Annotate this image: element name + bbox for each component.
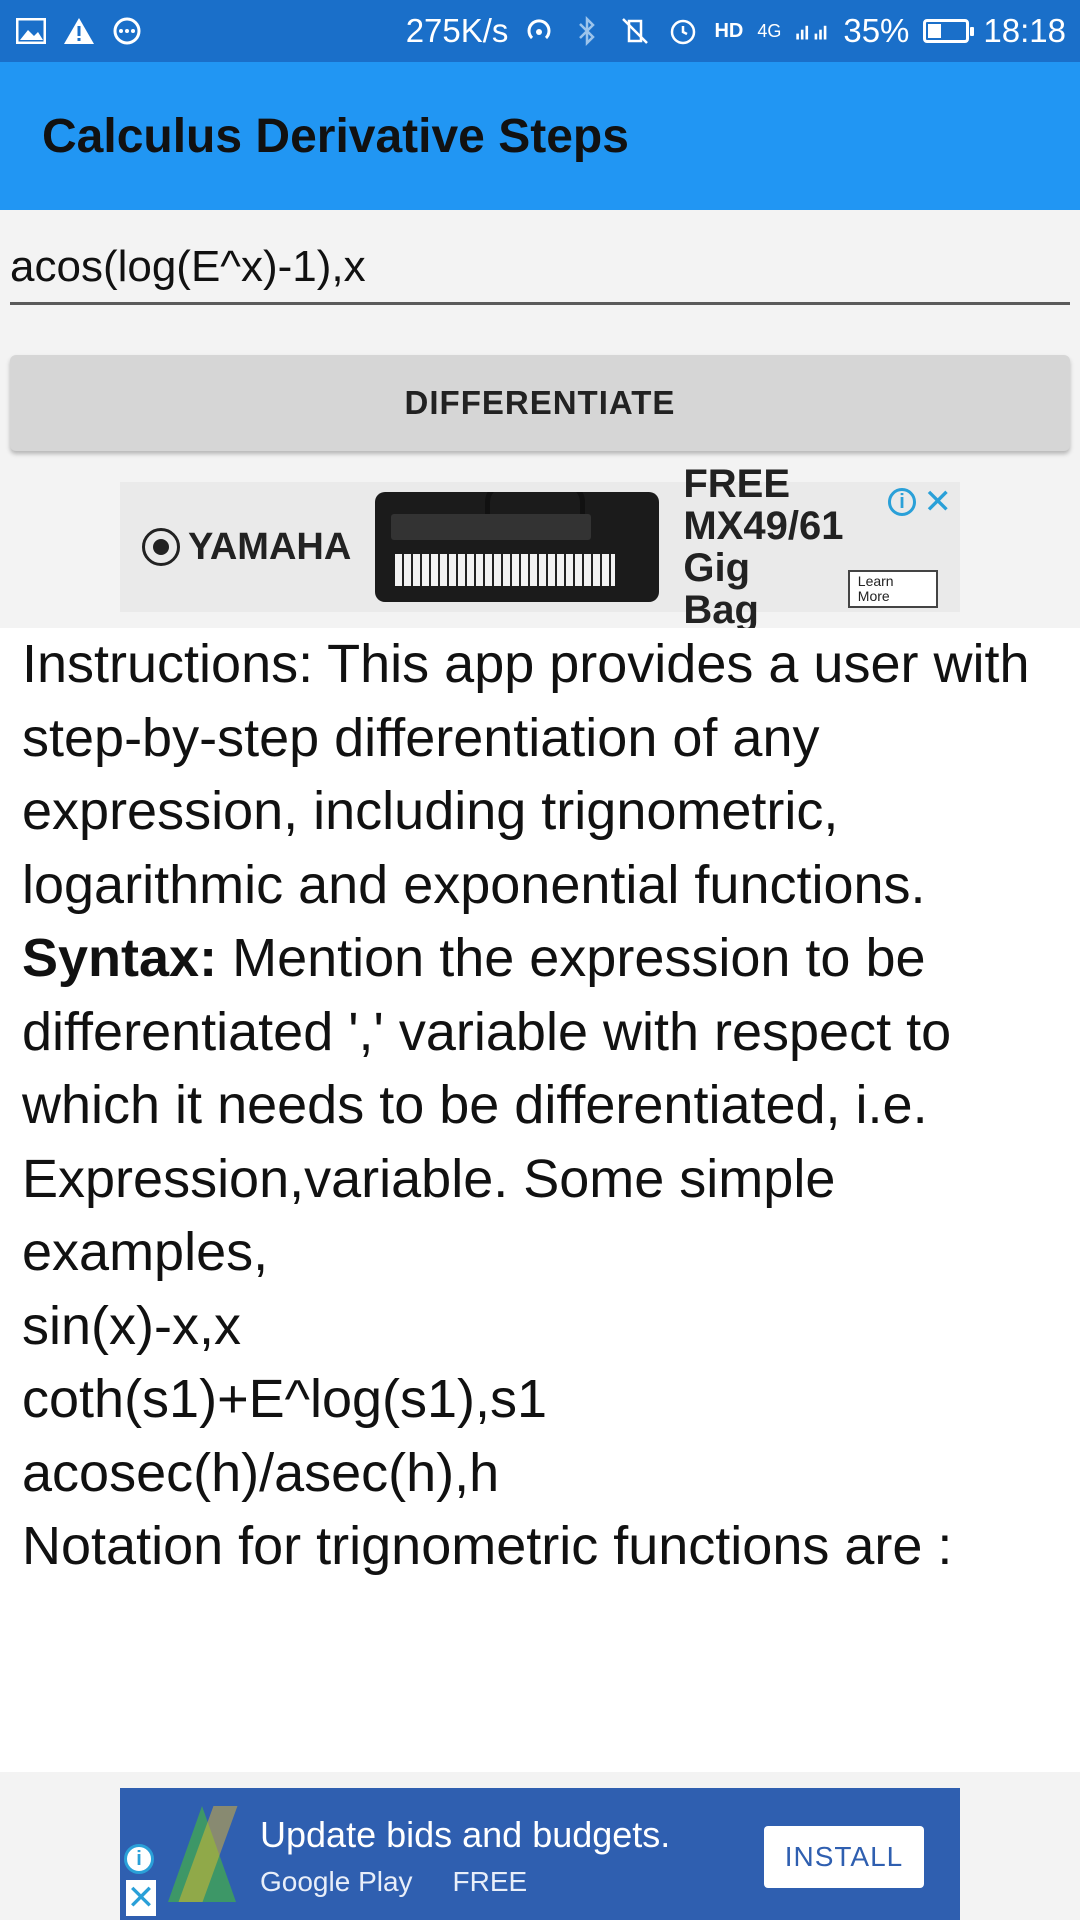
ad-store-name: Google Play (260, 1866, 413, 1897)
status-bar-left (14, 16, 144, 46)
app-bar: Calculus Derivative Steps (0, 62, 1080, 210)
expression-field (10, 232, 1070, 305)
ad-info-icon[interactable]: i (124, 1844, 154, 1874)
hotspot-icon (522, 16, 556, 46)
hd-indicator: HD (714, 19, 744, 42)
alarm-icon (666, 16, 700, 46)
net-speed: 275K/s (405, 12, 509, 49)
ad-close-icon[interactable]: ✕ (126, 1880, 156, 1916)
battery-percent: 35% (843, 12, 910, 49)
instructions-panel: Instructions: This app provides a user w… (0, 628, 1080, 1772)
more-icon (110, 16, 144, 46)
network-type: 4G (757, 20, 782, 41)
image-icon (14, 16, 48, 46)
status-bar: 275K/s HD 4G 35% 18:18 (0, 0, 1080, 62)
expression-input[interactable] (10, 232, 1070, 302)
ad-brand: YAMAHA (142, 526, 351, 569)
syntax-label: Syntax: (22, 928, 218, 988)
install-button[interactable]: INSTALL (764, 1826, 924, 1888)
ad-bottom-store-line: Google Play FREE (260, 1866, 527, 1898)
learn-more-button[interactable]: Learn More (847, 570, 938, 608)
differentiate-button[interactable]: DIFFERENTIATE (10, 355, 1070, 451)
example-item: acosec(h)/asec(h),h (22, 1442, 500, 1503)
ad-brand-label: YAMAHA (188, 525, 352, 568)
example-item: coth(s1)+E^log(s1),s1 (22, 1369, 548, 1429)
bottom-ad-area: Update bids and budgets. Google Play FREE… (0, 1772, 1080, 1920)
banner-ad-top[interactable]: YAMAHA FREE MX49/61 Gig Bag Learn More i… (120, 463, 960, 631)
ad-bottom-title: Update bids and budgets. (260, 1814, 671, 1855)
example-item: sin(x)-x,x (22, 1295, 241, 1356)
instructions-intro: Instructions: This app provides a user w… (22, 634, 1030, 915)
syntax-paragraph: Syntax: Mention the expression to be dif… (22, 922, 1062, 1290)
banner-ad-bottom[interactable]: Update bids and budgets. Google Play FREE… (120, 1788, 960, 1920)
status-bar-right: 275K/s HD 4G 35% 18:18 (406, 12, 1066, 50)
battery-icon (923, 19, 975, 43)
clock: 18:18 (983, 12, 1066, 49)
ad-info-icon[interactable]: i (888, 488, 916, 516)
page-title: Calculus Derivative Steps (42, 109, 629, 163)
signal-icon (795, 16, 829, 46)
keyboard-image (375, 492, 660, 602)
ad-close-icon[interactable]: ✕ (924, 482, 953, 522)
yamaha-logo-icon (142, 528, 180, 566)
bluetooth-icon (570, 16, 604, 46)
warning-icon (62, 16, 96, 46)
ad-subline: Gig Bag (683, 546, 759, 632)
notation-text: Notation for trignometric functions are … (22, 1516, 953, 1576)
vibrate-icon (618, 16, 652, 46)
ad-price: FREE (452, 1866, 528, 1897)
